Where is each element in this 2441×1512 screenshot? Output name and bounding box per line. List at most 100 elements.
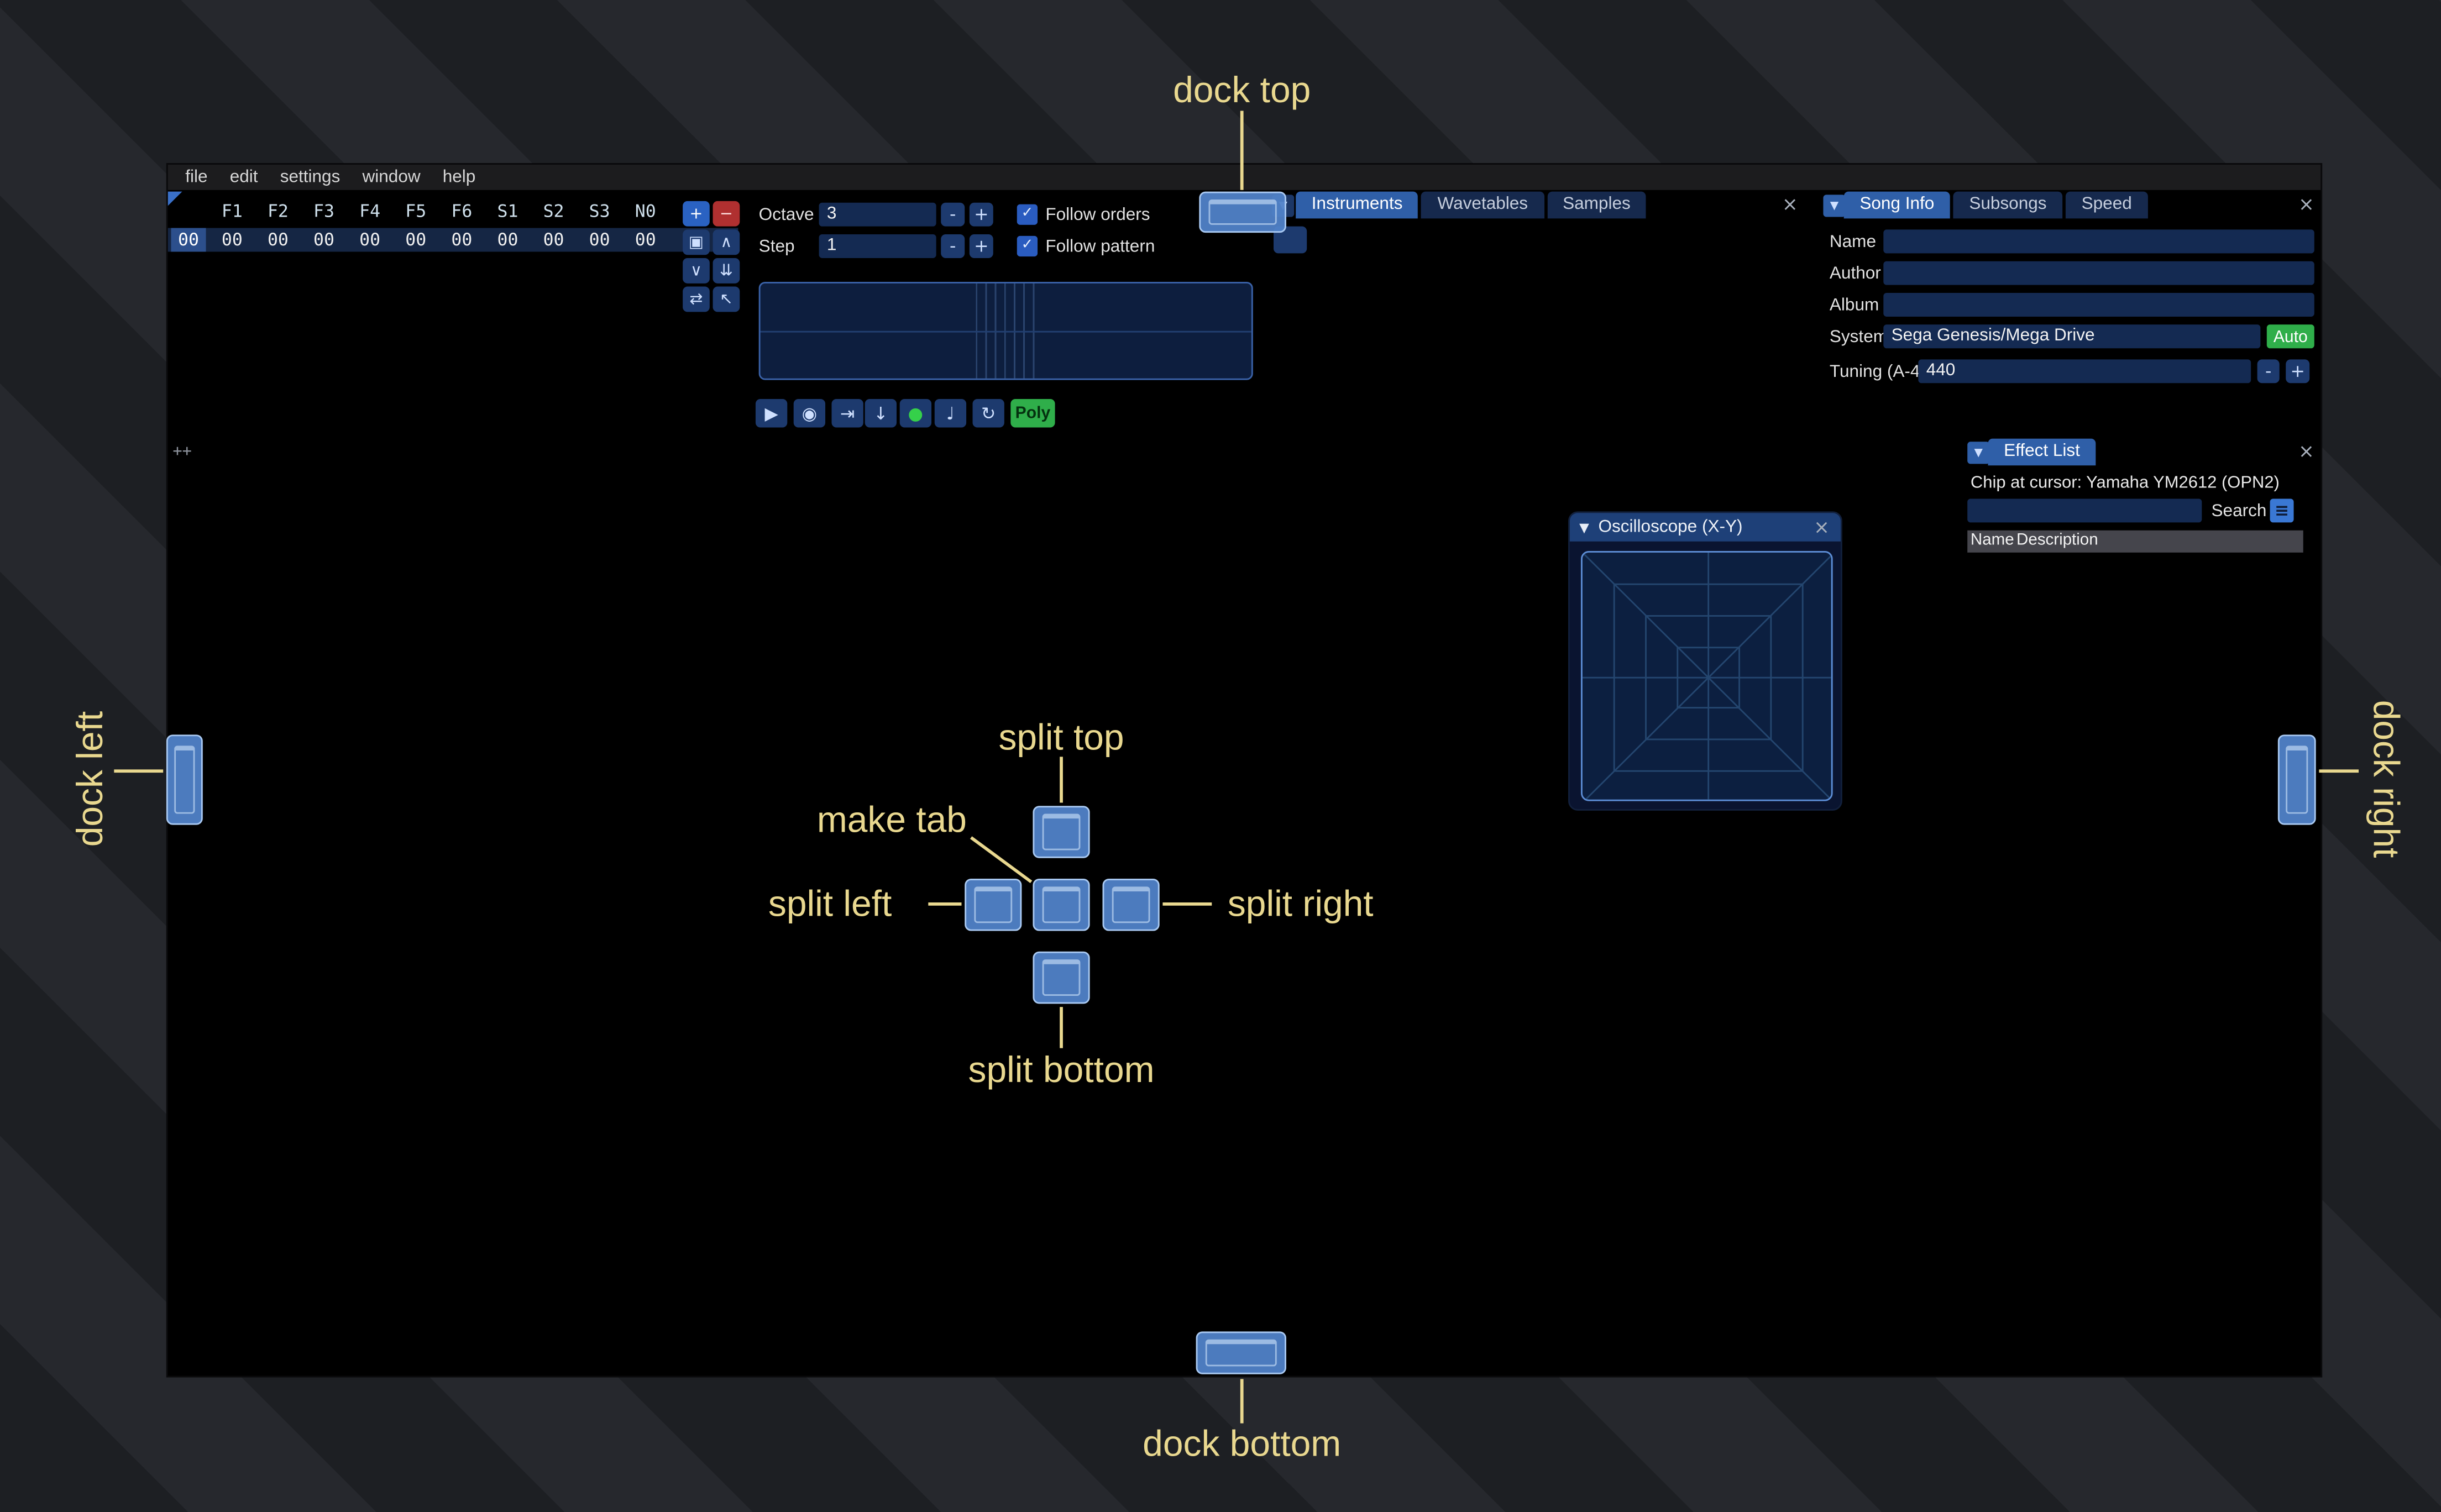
close-icon[interactable]: × — [2295, 193, 2317, 216]
order-cell[interactable]: 00 — [393, 228, 439, 252]
menu-item-help[interactable]: help — [432, 165, 487, 190]
follow-pattern-label: Follow pattern — [1045, 237, 1155, 257]
move-order-up-button[interactable]: ∧ — [713, 229, 740, 255]
piano-widget[interactable] — [758, 281, 1253, 380]
order-cell[interactable]: 00 — [347, 228, 393, 252]
tracker-window: file edit settings window help F1 F2 F3 F4 F5 F6 S… — [166, 163, 2324, 1378]
order-cell[interactable]: 00 — [485, 228, 531, 252]
order-column-f1: F1 — [221, 201, 243, 222]
tab-samples[interactable]: Samples — [1547, 191, 1647, 219]
tuning-plus-button[interactable]: + — [2286, 359, 2310, 384]
order-change-mode-button[interactable]: ⇄ — [683, 286, 710, 312]
follow-pattern-checkbox[interactable]: ✓ — [1017, 235, 1038, 257]
step-input[interactable]: 1 — [819, 234, 936, 258]
tab-speed[interactable]: Speed — [2065, 191, 2148, 219]
album-label: Album — [1829, 296, 1879, 316]
order-buttons: + − ▣ ∧ ∨ ⇊ ⇄ ↖ — [683, 201, 740, 312]
duplicate-order-end-button[interactable]: ⇊ — [713, 258, 740, 284]
split-right-target[interactable] — [1102, 879, 1160, 931]
dock-top-target[interactable] — [1199, 191, 1286, 233]
dock-bottom-label: dock bottom — [1143, 1422, 1342, 1464]
remove-order-button[interactable]: − — [713, 201, 740, 227]
order-cell[interactable]: 00 — [439, 228, 485, 252]
tab-instruments[interactable]: Instruments — [1296, 191, 1419, 219]
dock-right-label: dock right — [2365, 700, 2407, 858]
move-order-down-button[interactable]: ∨ — [683, 258, 710, 284]
step-row-button[interactable]: ↓ — [865, 398, 897, 428]
author-field[interactable] — [1883, 261, 2314, 285]
play-from-cursor-button[interactable]: ⇥ — [831, 398, 863, 428]
octave-input[interactable]: 3 — [819, 202, 936, 227]
metronome-button[interactable]: ♩ — [934, 398, 967, 428]
step-plus-button[interactable]: + — [969, 234, 993, 258]
hamburger-icon: ≡ — [2274, 500, 2290, 521]
play-button[interactable]: ▶ — [755, 398, 788, 428]
oscilloscope-title: Oscilloscope (X-Y) — [1598, 517, 1743, 537]
menu-item-file[interactable]: file — [174, 165, 218, 190]
order-cell[interactable]: 00 — [531, 228, 577, 252]
order-column-f2: F2 — [267, 201, 289, 222]
author-label: Author — [1829, 264, 1881, 284]
order-cell[interactable]: 00 — [622, 228, 668, 252]
close-icon[interactable]: × — [2295, 440, 2317, 462]
order-cell[interactable]: 00 — [301, 228, 347, 252]
order-column-s1: S1 — [497, 201, 518, 222]
effect-list-menu-button[interactable]: ≡ — [2270, 498, 2294, 523]
play-pattern-button[interactable]: ◉ — [793, 398, 826, 428]
oscilloscope-title-bar[interactable]: ▼ Oscilloscope (X-Y) × — [1569, 513, 1841, 542]
octave-minus-button[interactable]: - — [941, 202, 965, 227]
order-cell[interactable]: 00 — [255, 228, 301, 252]
effect-table-header: Name Description — [1967, 530, 2303, 553]
oscilloscope-window[interactable]: ▼ Oscilloscope (X-Y) × — [1568, 511, 1842, 811]
auto-system-button[interactable]: Auto — [2266, 324, 2314, 349]
dock-left-target[interactable] — [166, 734, 203, 825]
chevron-down-icon[interactable]: ▼ — [1579, 521, 1589, 536]
window-menu-button[interactable]: ▼ — [1967, 442, 1990, 464]
search-input[interactable] — [1967, 498, 2202, 523]
repeat-button[interactable]: ↻ — [972, 398, 1004, 428]
follow-orders-checkbox[interactable]: ✓ — [1017, 204, 1038, 225]
check-icon: ✓ — [1021, 237, 1034, 254]
order-values: 00 00 00 00 00 00 00 00 00 00 — [209, 228, 668, 252]
order-column-f5: F5 — [405, 201, 427, 222]
split-left-target[interactable] — [965, 879, 1022, 931]
duplicate-order-button[interactable]: ▣ — [683, 229, 710, 255]
close-icon[interactable]: × — [1779, 193, 1801, 216]
poly-button[interactable]: Poly — [1010, 398, 1055, 428]
split-top-target[interactable] — [1033, 806, 1090, 858]
window-menu-button[interactable]: ▼ — [1823, 195, 1846, 217]
order-cell[interactable]: 00 — [209, 228, 255, 252]
octave-label: Octave — [758, 206, 814, 225]
split-bottom-target[interactable] — [1033, 951, 1090, 1004]
tab-subsongs[interactable]: Subsongs — [1953, 191, 2063, 219]
tab-song-info[interactable]: Song Info — [1843, 191, 1950, 219]
edit-toggle-button[interactable]: ● — [899, 398, 932, 428]
order-row-index[interactable]: 00 — [171, 228, 206, 252]
name-field[interactable] — [1883, 229, 2314, 254]
order-cell[interactable]: 00 — [577, 228, 622, 252]
tab-effect-list[interactable]: Effect List — [1988, 438, 2096, 466]
menu-item-settings[interactable]: settings — [269, 165, 352, 190]
tab-wavetables[interactable]: Wavetables — [1421, 191, 1544, 219]
step-minus-button[interactable]: - — [941, 234, 965, 258]
album-field[interactable] — [1883, 293, 2314, 317]
menu-item-window[interactable]: window — [351, 165, 431, 190]
menu-item-edit[interactable]: edit — [219, 165, 269, 190]
name-label: Name — [1829, 233, 1876, 252]
check-icon: ✓ — [1021, 206, 1034, 222]
make-tab-target[interactable] — [1033, 879, 1090, 931]
song-info-panel: ▼ Song Info Subsongs Speed × Name Author A… — [1820, 191, 2324, 434]
order-edit-mode-button[interactable]: ↖ — [713, 286, 740, 312]
add-order-button[interactable]: + — [683, 201, 710, 227]
dock-bottom-target[interactable] — [1196, 1331, 1286, 1374]
close-icon[interactable]: × — [1810, 516, 1832, 538]
tuning-input[interactable]: 440 — [1918, 359, 2251, 384]
tuning-minus-button[interactable]: - — [2257, 359, 2280, 384]
system-field[interactable]: Sega Genesis/Mega Drive — [1883, 324, 2261, 349]
window-corner-marker — [167, 191, 182, 206]
system-label: System — [1829, 328, 1888, 347]
instruments-panel: ▼ InstrumentsWavetablesSamples × — [1269, 191, 1807, 432]
dock-right-target[interactable] — [2277, 734, 2316, 825]
octave-plus-button[interactable]: + — [969, 202, 993, 227]
order-row[interactable]: 00 00 00 00 00 00 00 00 00 00 00 — [167, 228, 738, 252]
